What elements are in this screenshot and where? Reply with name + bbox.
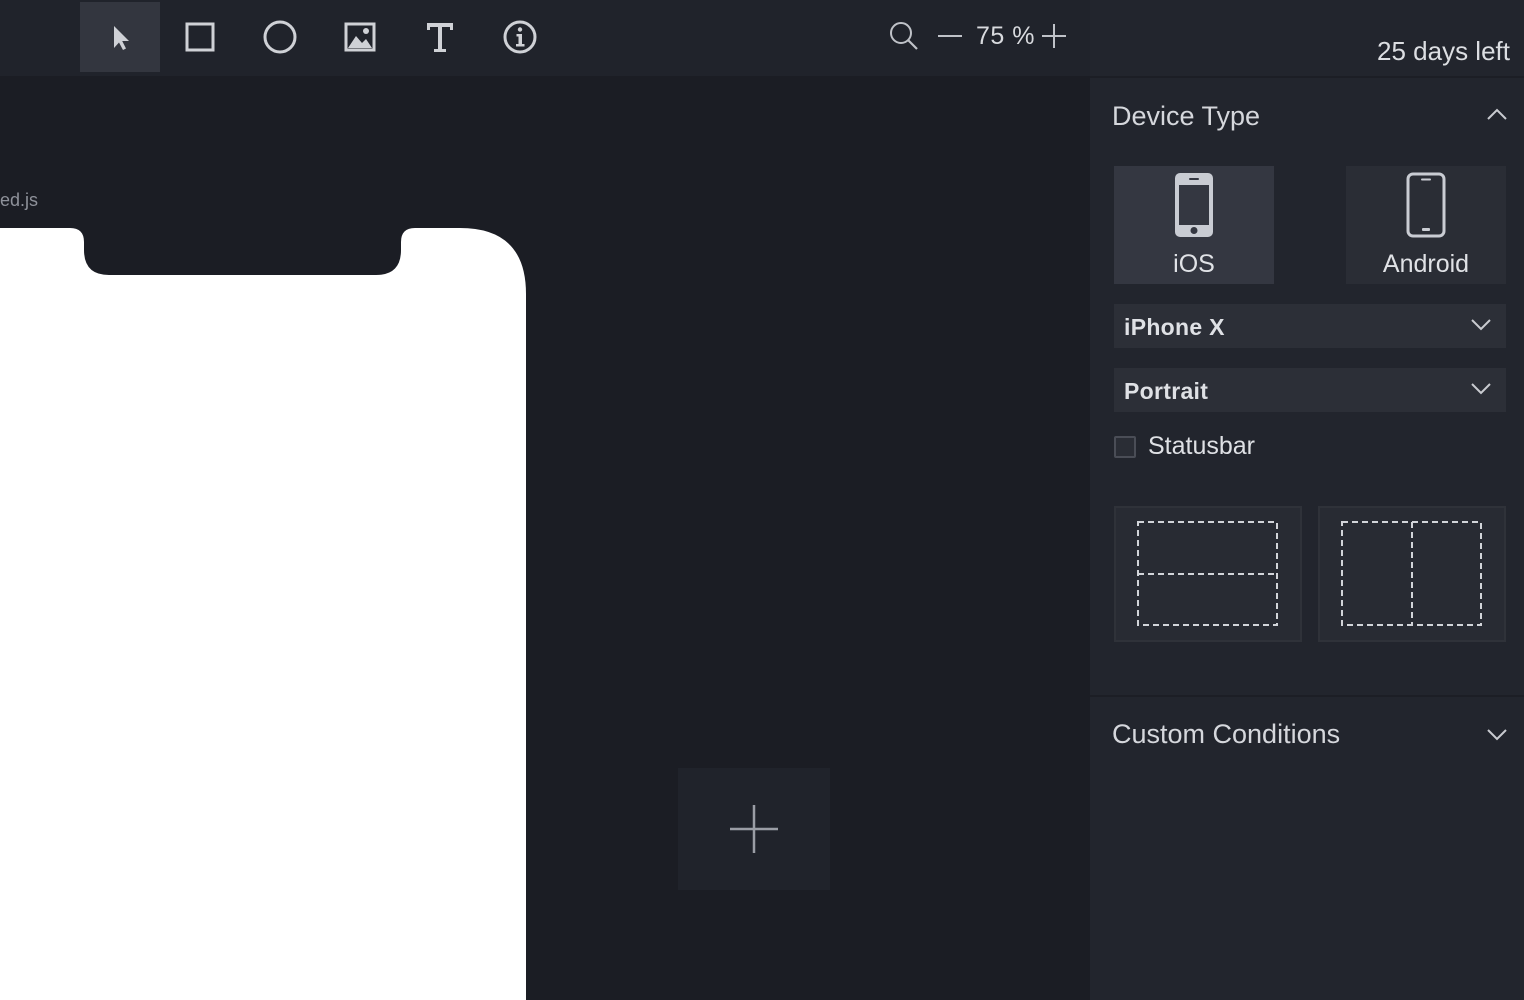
zoom-out-button[interactable] [932, 18, 968, 54]
orientation-select[interactable]: Portrait [1114, 368, 1506, 412]
info-icon [503, 20, 537, 54]
device-ios-option[interactable]: iOS [1114, 166, 1274, 284]
text-tool-button[interactable] [400, 2, 480, 72]
rectangle-tool-button[interactable] [160, 2, 240, 72]
orientation-value: Portrait [1124, 378, 1209, 404]
select-tool-button[interactable] [80, 2, 160, 72]
custom-conditions-title: Custom Conditions [1112, 719, 1341, 749]
phone-android-icon [1406, 172, 1446, 238]
zoom-search-button[interactable] [886, 18, 922, 54]
chevron-down-icon [1487, 729, 1507, 741]
ellipse-tool-button[interactable] [240, 2, 320, 72]
minus-icon [938, 35, 962, 37]
frame-file-label: ed.js [0, 190, 39, 210]
circle-icon [263, 20, 297, 54]
image-icon [344, 22, 376, 52]
canvas[interactable]: ed.js [0, 76, 1090, 1000]
zoom-in-button[interactable] [1036, 18, 1072, 54]
square-icon [185, 22, 215, 52]
device-ios-label: iOS [1173, 250, 1215, 278]
info-tool-button[interactable] [480, 2, 560, 72]
statusbar-label: Statusbar [1148, 432, 1256, 460]
panel-divider [1090, 76, 1524, 78]
zoom-controls: 75 % [880, 0, 1080, 72]
custom-conditions-expand[interactable] [1486, 726, 1508, 747]
chevron-up-icon [1487, 108, 1507, 120]
cursor-arrow-icon [114, 26, 129, 50]
chevron-down-icon [1471, 383, 1491, 395]
magnifier-icon [890, 22, 918, 50]
phone-ios-icon [1175, 173, 1213, 237]
layout-split-vertical[interactable] [1318, 506, 1506, 642]
panel-divider [1090, 695, 1524, 697]
plus-icon [1042, 24, 1066, 48]
split-horizontal-icon [1137, 521, 1278, 626]
add-frame-button[interactable] [678, 768, 830, 890]
split-vertical-icon [1341, 521, 1482, 626]
zoom-level: 75 % [976, 22, 1035, 50]
device-type-title: Device Type [1112, 101, 1261, 131]
device-model-select[interactable]: iPhone X [1114, 304, 1506, 348]
statusbar-checkbox[interactable] [1114, 435, 1136, 458]
device-android-option[interactable]: Android [1346, 166, 1506, 284]
device-android-label: Android [1382, 250, 1470, 278]
phone-frame[interactable] [0, 228, 530, 1000]
device-type-collapse[interactable] [1486, 106, 1508, 127]
device-model-value: iPhone X [1124, 314, 1225, 340]
image-tool-button[interactable] [320, 2, 400, 72]
chevron-down-icon [1471, 319, 1491, 331]
trial-days-left: 25 days left [1377, 36, 1510, 66]
plus-icon [730, 805, 778, 853]
layout-split-horizontal[interactable] [1114, 506, 1302, 642]
statusbar-toggle[interactable]: Statusbar [1114, 432, 1255, 461]
toolbar: 75 % [0, 0, 1090, 76]
properties-panel: 25 days left Device Type iOS Android iPh… [1090, 0, 1524, 1000]
text-t-icon [427, 23, 453, 52]
